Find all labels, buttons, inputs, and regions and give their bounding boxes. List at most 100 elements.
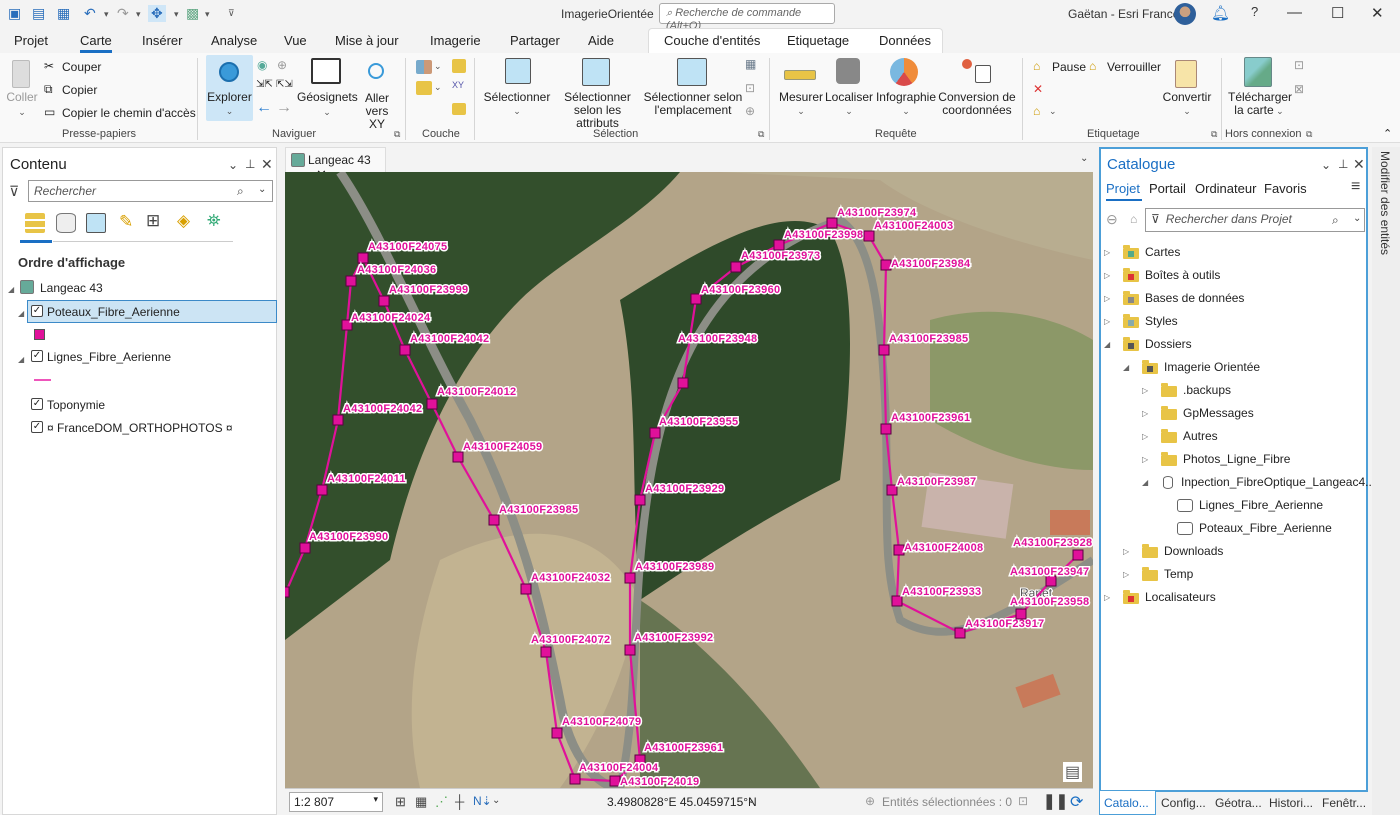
- layer-name-toponymie[interactable]: Toponymie: [47, 398, 105, 412]
- expand-icon[interactable]: ▷: [1104, 271, 1110, 280]
- search-icon[interactable]: ⌕: [1332, 213, 1339, 228]
- menu-icon[interactable]: ≡: [1351, 178, 1360, 196]
- labeling-options-icon[interactable]: ⧉: [1211, 129, 1217, 140]
- layer-name-orthophotos[interactable]: ¤ FranceDOM_ORTHOPHOTOS ¤: [47, 421, 233, 435]
- tab-donnees[interactable]: Données: [879, 33, 931, 48]
- catalog-tab-portail[interactable]: Portail: [1149, 181, 1186, 196]
- selected-features-count[interactable]: Entités sélectionnées : 0: [882, 795, 1012, 809]
- tab-partager[interactable]: Partager: [510, 33, 560, 48]
- pane-options-icon[interactable]: ⌄: [228, 158, 238, 172]
- maximize-button[interactable]: ☐: [1331, 4, 1344, 22]
- expand-icon[interactable]: ▷: [1123, 547, 1129, 556]
- tab-carte[interactable]: Carte: [80, 33, 112, 53]
- locate-button[interactable]: Localiser: [824, 91, 874, 104]
- full-extent-icon[interactable]: ◉: [257, 58, 267, 72]
- save-icon[interactable]: ▦: [57, 5, 70, 22]
- layer-checkbox-orthophotos[interactable]: ✓: [31, 421, 43, 433]
- pole-point[interactable]: [826, 217, 838, 229]
- expand-icon[interactable]: ▷: [1142, 455, 1148, 464]
- scale-selector[interactable]: 1:2 807 ▾: [289, 792, 383, 812]
- catalog-item[interactable]: Styles: [1145, 314, 1178, 328]
- notification-bell-icon[interactable]: 🔔︎: [1211, 4, 1230, 22]
- infographics-dropdown-icon[interactable]: ⌄: [874, 105, 938, 118]
- catalog-item[interactable]: Autres: [1183, 429, 1218, 443]
- copy-path-button[interactable]: Copier le chemin d'accès: [62, 106, 196, 120]
- attribution-icon[interactable]: ▤: [1063, 762, 1083, 782]
- pole-point[interactable]: [540, 646, 552, 658]
- coordinate-format-dropdown-icon[interactable]: ⌄: [747, 795, 755, 806]
- pole-point[interactable]: [316, 484, 328, 496]
- bottom-tab-window[interactable]: Fenêtr...: [1322, 796, 1366, 810]
- pole-point[interactable]: [1072, 549, 1084, 561]
- perspective-imagery-icon[interactable]: ⛯: [207, 211, 221, 231]
- explore-tool-icon[interactable]: ✥: [148, 5, 166, 22]
- side-tab-modify-features[interactable]: Modifier des entités: [1378, 151, 1392, 255]
- fixed-zoom-out-icon[interactable]: ⇱⇲: [276, 79, 293, 90]
- expand-icon[interactable]: ▷: [1142, 386, 1148, 395]
- expand-icon[interactable]: ▷: [1104, 593, 1110, 602]
- zoom-to-selection-icon[interactable]: ⊕: [745, 104, 755, 118]
- tab-list-dropdown-icon[interactable]: ⌄: [1080, 153, 1088, 164]
- pole-point[interactable]: [634, 494, 646, 506]
- select-button[interactable]: Sélectionner: [482, 91, 552, 104]
- pole-point[interactable]: [345, 275, 357, 287]
- add-layer-icon[interactable]: [416, 81, 432, 95]
- fixed-zoom-icon[interactable]: ⊞: [395, 794, 406, 810]
- convert-labels-button[interactable]: Convertir: [1160, 91, 1214, 104]
- filter-icon[interactable]: ⊽: [9, 183, 19, 200]
- add-layer-dropdown-icon[interactable]: ⌄: [434, 82, 442, 93]
- search-dropdown-icon[interactable]: ⌄: [258, 184, 266, 195]
- previous-extent-icon[interactable]: ←: [256, 99, 272, 117]
- measure-dropdown-icon[interactable]: ⌄: [776, 105, 826, 118]
- pole-point[interactable]: [285, 586, 290, 598]
- paste-dropdown-icon[interactable]: ⌄: [6, 106, 38, 119]
- pole-point[interactable]: [426, 398, 438, 410]
- lock-labels-button[interactable]: Verrouiller: [1107, 60, 1161, 74]
- catalog-item[interactable]: .backups: [1183, 383, 1231, 397]
- catalog-item[interactable]: GpMessages: [1183, 406, 1254, 420]
- map-tab[interactable]: Langeac 43 ✕: [285, 147, 386, 182]
- copy-button[interactable]: Copier: [62, 83, 97, 97]
- infographics-button[interactable]: Infographie: [874, 91, 938, 104]
- search-icon[interactable]: ⌕: [237, 184, 244, 199]
- collapse-ribbon-icon[interactable]: ⌃: [1383, 127, 1392, 140]
- map-item-langeac[interactable]: Langeac 43: [40, 281, 103, 295]
- basemap-dropdown-icon[interactable]: ⌄: [434, 61, 442, 72]
- pole-point[interactable]: [299, 542, 311, 554]
- catalog-tab-favoris[interactable]: Favoris: [1264, 181, 1307, 196]
- offline-options-icon[interactable]: ⧉: [1306, 129, 1312, 140]
- expand-map-icon[interactable]: ◢: [8, 285, 14, 294]
- selection-options-icon[interactable]: ⧉: [758, 129, 764, 140]
- tab-etiquetage[interactable]: Etiquetage: [787, 33, 849, 48]
- bookmarks-button[interactable]: Géosignets: [297, 91, 358, 104]
- pole-point[interactable]: [886, 484, 898, 496]
- selection-view-icon[interactable]: [86, 213, 106, 233]
- tab-projet[interactable]: Projet: [14, 33, 48, 48]
- measure-button[interactable]: Mesurer: [776, 91, 826, 104]
- remove-offline-icon[interactable]: ⊠: [1294, 82, 1304, 96]
- catalog-tab-projet[interactable]: Projet: [1106, 181, 1140, 196]
- label-options-dropdown-icon[interactable]: ⌄: [1049, 106, 1057, 117]
- pole-point[interactable]: [624, 572, 636, 584]
- pole-point[interactable]: [773, 239, 785, 251]
- pole-point[interactable]: [863, 230, 875, 242]
- pole-point[interactable]: [332, 414, 344, 426]
- explore-dropdown-icon[interactable]: ▾: [174, 9, 179, 20]
- editing-pencil-icon[interactable]: ✎: [119, 212, 133, 232]
- catalog-item[interactable]: Boîtes à outils: [1145, 268, 1220, 282]
- expand-icon[interactable]: ◢: [1142, 478, 1148, 487]
- back-icon[interactable]: ⊖: [1106, 211, 1118, 228]
- tab-inserer[interactable]: Insérer: [142, 33, 182, 48]
- pole-point[interactable]: [569, 773, 581, 785]
- tab-couche-entites[interactable]: Couche d'entités: [664, 33, 760, 48]
- bookmarks-dropdown-icon[interactable]: ⌄: [297, 106, 357, 119]
- catalog-item[interactable]: Localisateurs: [1145, 590, 1216, 604]
- pole-point[interactable]: [551, 727, 563, 739]
- catalog-item[interactable]: Inpection_FibreOptique_Langeac4...: [1181, 475, 1375, 489]
- user-name[interactable]: Gaëtan - Esri France: [1068, 7, 1179, 21]
- pause-drawing-icon[interactable]: ❚❚: [1043, 792, 1068, 810]
- catalog-item[interactable]: Photos_Ligne_Fibre: [1183, 452, 1290, 466]
- expand-icon[interactable]: ◢: [1104, 340, 1110, 349]
- convert-dropdown-icon[interactable]: ⌄: [1160, 105, 1214, 118]
- undo-dropdown-icon[interactable]: ▾: [104, 9, 109, 20]
